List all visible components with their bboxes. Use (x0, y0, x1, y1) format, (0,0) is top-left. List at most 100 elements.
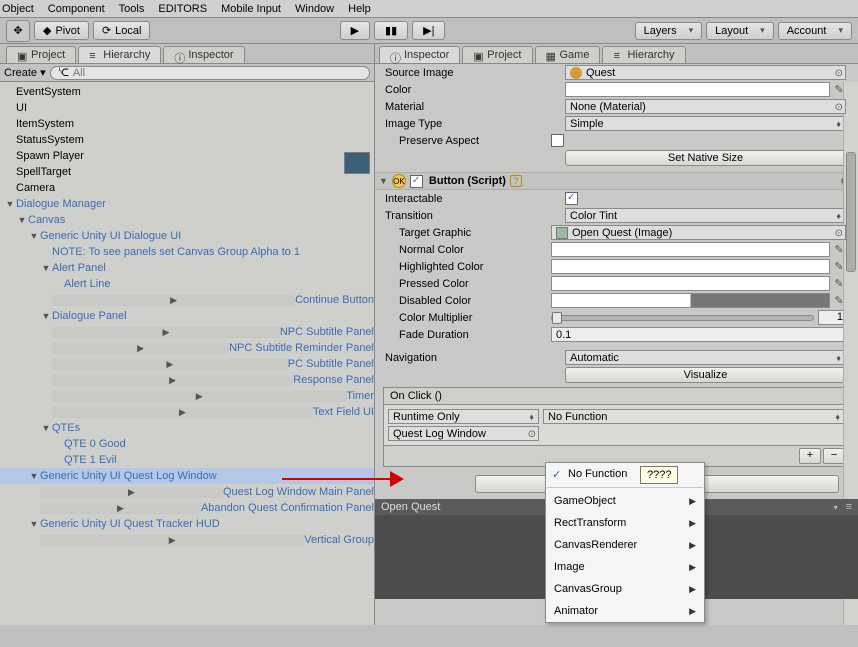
menu-bar[interactable]: Object Component Tools EDITORS Mobile In… (0, 0, 858, 18)
menu-component[interactable]: Component (48, 3, 105, 15)
color-multiplier-value[interactable]: 1 (818, 310, 846, 325)
button-component-header[interactable]: ▼OK Button (Script) ? ⚙ (375, 172, 858, 190)
visualize-button[interactable]: Visualize (565, 367, 846, 383)
runtime-dropdown[interactable]: Runtime Only♦ (388, 409, 539, 424)
remove-event-button[interactable]: − (823, 448, 845, 464)
target-graphic-field[interactable]: Open Quest (Image)⊙ (551, 225, 846, 240)
tab-project-right[interactable]: ▣Project (462, 46, 532, 63)
transition-dropdown[interactable]: Color Tint♦ (565, 208, 846, 223)
foldout-arrow-icon[interactable] (16, 215, 28, 225)
ctx-recttransform[interactable]: RectTransform▶ (546, 512, 704, 534)
menu-editors[interactable]: EDITORS (158, 3, 207, 15)
hierarchy-tree[interactable]: EventSystemUIItemSystemStatusSystemSpawn… (0, 82, 374, 625)
set-native-size-button[interactable]: Set Native Size (565, 150, 846, 166)
foldout-arrow-icon[interactable] (52, 359, 288, 370)
hierarchy-item[interactable]: QTEs (0, 420, 374, 436)
help-icon[interactable]: ? (510, 175, 522, 187)
step-button[interactable]: ▶| (412, 21, 445, 40)
tab-hierarchy-right[interactable]: ≡Hierarchy (602, 46, 685, 63)
color-multiplier-slider[interactable] (551, 315, 814, 321)
foldout-arrow-icon[interactable] (40, 423, 52, 433)
foldout-arrow-icon[interactable] (52, 375, 293, 386)
tab-hierarchy[interactable]: ≡Hierarchy (78, 46, 161, 63)
preview-menu-icon[interactable]: ≡ (846, 501, 852, 513)
hierarchy-item[interactable]: EventSystem (0, 84, 374, 100)
hierarchy-item[interactable]: Alert Line (0, 276, 374, 292)
account-dropdown[interactable]: Account▾ (778, 22, 852, 40)
tab-inspector[interactable]: ⓘInspector (379, 46, 460, 63)
ctx-no-function[interactable]: No Function (546, 463, 704, 485)
hierarchy-item[interactable]: Dialogue Manager (0, 196, 374, 212)
hierarchy-item[interactable]: Text Field UI (0, 404, 374, 420)
image-color-field[interactable] (565, 82, 830, 97)
interactable-checkbox[interactable] (565, 192, 578, 205)
hierarchy-item[interactable]: SpellTarget (0, 164, 374, 180)
hierarchy-item[interactable]: PC Subtitle Panel (0, 356, 374, 372)
navigation-dropdown[interactable]: Automatic♦ (565, 350, 846, 365)
foldout-arrow-icon[interactable] (28, 471, 40, 481)
foldout-arrow-icon[interactable] (28, 519, 40, 529)
menu-help[interactable]: Help (348, 3, 371, 15)
menu-object[interactable]: Object (2, 3, 34, 15)
foldout-arrow-icon[interactable] (52, 407, 313, 418)
function-dropdown[interactable]: No Function♦ (543, 409, 845, 424)
ctx-gameobject[interactable]: GameObject▶ (546, 490, 704, 512)
fade-duration-field[interactable]: 0.1 (551, 327, 846, 342)
foldout-arrow-icon[interactable] (28, 231, 40, 241)
local-button[interactable]: ⟳Local (93, 21, 151, 40)
menu-window[interactable]: Window (295, 3, 334, 15)
foldout-arrow-icon[interactable] (40, 487, 223, 498)
menu-tools[interactable]: Tools (119, 3, 145, 15)
create-dropdown[interactable]: Create ▾ (4, 66, 46, 79)
ctx-animator[interactable]: Animator▶ (546, 600, 704, 622)
tab-inspector-left[interactable]: ⓘInspector (163, 46, 244, 63)
ctx-image[interactable]: Image▶ (546, 556, 704, 578)
foldout-arrow-icon[interactable] (4, 199, 16, 209)
hierarchy-item[interactable]: Abandon Quest Confirmation Panel (0, 500, 374, 516)
foldout-arrow-icon[interactable] (52, 391, 346, 402)
hand-tool-button[interactable]: ✥ (6, 20, 30, 42)
hierarchy-item[interactable]: Spawn Player (0, 148, 374, 164)
hierarchy-item[interactable]: NOTE: To see panels set Canvas Group Alp… (0, 244, 374, 260)
disabled-color-field[interactable] (551, 293, 830, 308)
foldout-arrow-icon[interactable] (40, 263, 52, 273)
foldout-arrow-icon[interactable] (52, 295, 295, 306)
hierarchy-item[interactable]: Quest Log Window Main Panel (0, 484, 374, 500)
hierarchy-item[interactable]: Vertical Group (0, 532, 374, 548)
hierarchy-item[interactable]: Generic Unity UI Quest Log Window (0, 468, 374, 484)
hierarchy-item[interactable]: Dialogue Panel (0, 308, 374, 324)
layout-dropdown[interactable]: Layout▾ (706, 22, 774, 40)
hierarchy-item[interactable]: Canvas (0, 212, 374, 228)
play-button[interactable]: ▶ (340, 21, 370, 40)
hierarchy-item[interactable]: Generic Unity UI Dialogue UI (0, 228, 374, 244)
foldout-arrow-icon[interactable] (40, 535, 304, 546)
hierarchy-item[interactable]: QTE 1 Evil (0, 452, 374, 468)
hierarchy-item[interactable]: Continue Button (0, 292, 374, 308)
hierarchy-item[interactable]: QTE 0 Good (0, 436, 374, 452)
foldout-arrow-icon[interactable] (52, 343, 229, 354)
hierarchy-item[interactable]: Timer (0, 388, 374, 404)
ctx-canvasgroup[interactable]: CanvasGroup▶ (546, 578, 704, 600)
menu-mobileinput[interactable]: Mobile Input (221, 3, 281, 15)
event-target-field[interactable]: Quest Log Window⊙ (388, 426, 539, 441)
foldout-arrow-icon[interactable] (52, 327, 280, 338)
preview-dropdown-icon[interactable]: ▾ (834, 503, 838, 512)
hierarchy-item[interactable]: NPC Subtitle Panel (0, 324, 374, 340)
foldout-arrow-icon[interactable] (40, 503, 201, 514)
source-image-field[interactable]: Quest⊙ (565, 65, 846, 80)
material-field[interactable]: None (Material)⊙ (565, 99, 846, 114)
pressed-color-field[interactable] (551, 276, 830, 291)
hierarchy-item[interactable]: Alert Panel (0, 260, 374, 276)
hierarchy-item[interactable]: StatusSystem (0, 132, 374, 148)
tab-game[interactable]: ▦Game (535, 46, 601, 63)
add-event-button[interactable]: + (799, 448, 821, 464)
hierarchy-search-input[interactable]: ᔍAll (50, 66, 370, 80)
pause-button[interactable]: ▮▮ (374, 21, 408, 40)
normal-color-field[interactable] (551, 242, 830, 257)
layers-dropdown[interactable]: Layers▾ (635, 22, 703, 40)
function-context-menu[interactable]: No Function GameObject▶ RectTransform▶ C… (545, 462, 705, 623)
button-enabled-checkbox[interactable] (410, 175, 423, 188)
hierarchy-item[interactable]: NPC Subtitle Reminder Panel (0, 340, 374, 356)
highlighted-color-field[interactable] (551, 259, 830, 274)
hierarchy-item[interactable]: Response Panel (0, 372, 374, 388)
